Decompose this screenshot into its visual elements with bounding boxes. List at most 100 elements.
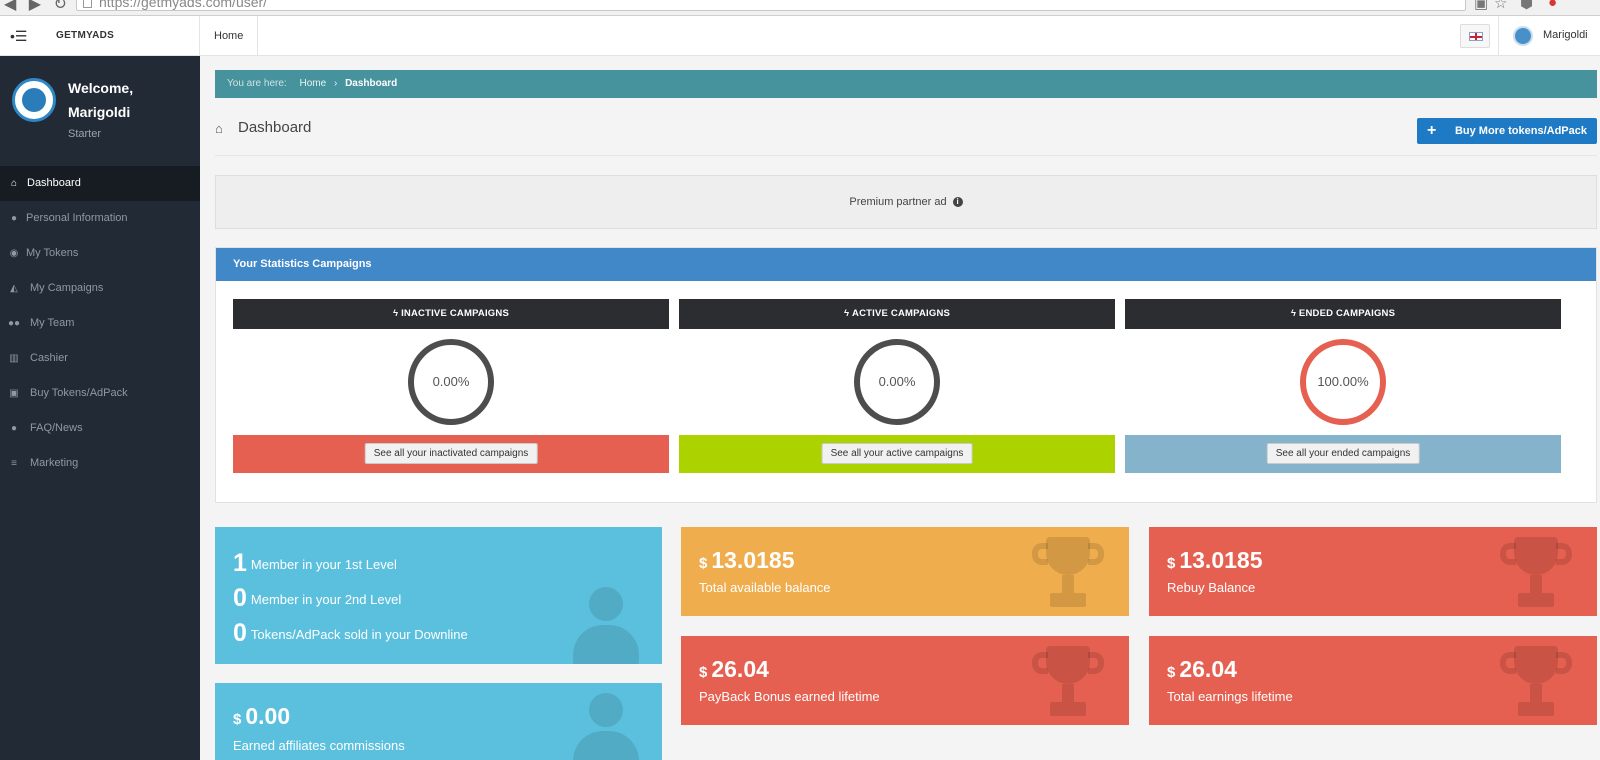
extension-icon[interactable]: ⬢ xyxy=(1520,0,1533,12)
trophy-icon xyxy=(1496,537,1576,615)
buy-more-tokens-button[interactable]: + Buy More tokens/AdPack xyxy=(1416,118,1597,144)
campaign-card-title: ENDED CAMPAIGNS xyxy=(1298,308,1396,319)
user-menu[interactable]: Marigoldi xyxy=(1498,16,1588,56)
balance-amount-line: $13.0185 xyxy=(1167,547,1262,574)
team-line-level1: 1 Member in your 1st Level xyxy=(233,549,397,578)
sidebar-item-label: Dashboard xyxy=(27,177,81,189)
statistics-panel: Your Statistics Campaigns ϟ INACTIVE CAM… xyxy=(215,247,1597,503)
profile-avatar xyxy=(12,78,56,122)
balance-amount-line: $26.04 xyxy=(1167,656,1237,683)
breadcrumb-current: Dashboard xyxy=(345,78,398,89)
page-icon xyxy=(83,0,92,8)
affiliates-amount: 0.00 xyxy=(245,703,291,729)
top-header: •☰ GETMYADS Home Marigoldi xyxy=(0,16,1600,56)
users-icon: ●● xyxy=(8,318,21,329)
affiliates-amount-line: $0.00 xyxy=(233,703,290,730)
see-inactive-campaigns-button[interactable]: See all your inactivated campaigns xyxy=(364,443,538,464)
sidebar-profile: Welcome, Marigoldi Starter xyxy=(0,56,200,166)
balance-tile-total-earnings: $26.04 Total earnings lifetime xyxy=(1149,636,1597,725)
address-bar-url: https://getmyads.com/user/ xyxy=(99,0,268,10)
bank-icon: ▥ xyxy=(9,353,19,364)
balance-label: Total available balance xyxy=(699,580,831,595)
campaign-card-ended: ϟ ENDED CAMPAIGNS 100.00% See all your e… xyxy=(1125,299,1561,473)
premium-ad-box[interactable]: Premium partner ad i xyxy=(215,175,1597,229)
balance-amount: 26.04 xyxy=(711,656,769,682)
home-icon: ⌂ xyxy=(215,121,223,136)
campaign-percent-ring: 0.00% xyxy=(408,339,494,425)
area-chart-icon: ◭ xyxy=(10,283,18,294)
dot-circle-icon: ◉ xyxy=(9,248,19,259)
campaign-card-header: ϟ INACTIVE CAMPAIGNS xyxy=(233,299,669,329)
buy-more-tokens-label: Buy More tokens/AdPack xyxy=(1454,125,1587,137)
currency-symbol: $ xyxy=(699,555,708,572)
sidebar: Welcome, Marigoldi Starter ⌂ Dashboard ● P… xyxy=(0,56,200,760)
sidebar-item-dashboard[interactable]: ⌂ Dashboard xyxy=(0,166,200,201)
campaign-percent: 100.00% xyxy=(1317,374,1369,389)
sidebar-item-label: Buy Tokens/AdPack xyxy=(30,387,128,399)
info-icon: ● xyxy=(10,423,18,434)
browser-nav-icons[interactable]: ◀ ▶ ↻ xyxy=(4,0,71,14)
team-stats-tile: 1 Member in your 1st Level 0 Member in you… xyxy=(215,527,662,664)
sidebar-item-label: Personal Information xyxy=(26,212,128,224)
sidebar-item-label: FAQ/News xyxy=(30,422,83,434)
breadcrumb: You are here: Home › Dashboard xyxy=(215,70,1597,98)
sidebar-item-cashier[interactable]: ▥ Cashier xyxy=(0,341,200,376)
team-count: 0 xyxy=(233,619,247,647)
sidebar-item-label: Marketing xyxy=(30,457,79,469)
campaign-card-footer: See all your inactivated campaigns xyxy=(233,435,669,473)
see-active-campaigns-button[interactable]: See all your active campaigns xyxy=(821,443,973,464)
team-text: Tokens/AdPack sold in your Downline xyxy=(250,627,468,642)
sidebar-item-buy-tokens[interactable]: ▣ Buy Tokens/AdPack xyxy=(0,376,200,411)
info-circle-icon[interactable]: i xyxy=(952,197,963,208)
home-icon: ⌂ xyxy=(10,178,18,189)
currency-symbol: $ xyxy=(699,664,708,681)
see-ended-campaigns-button[interactable]: See all your ended campaigns xyxy=(1266,443,1420,464)
balance-tile-payback-bonus: $26.04 PayBack Bonus earned lifetime xyxy=(681,636,1129,725)
bookmark-star-icon[interactable]: ☆ xyxy=(1494,0,1507,12)
affiliates-tile: $0.00 Earned affiliates commissions xyxy=(215,683,662,760)
balance-tile-rebuy: $13.0185 Rebuy Balance xyxy=(1149,527,1597,616)
balance-label: Rebuy Balance xyxy=(1167,580,1256,595)
breadcrumb-separator-icon: › xyxy=(333,78,338,89)
trophy-icon xyxy=(1496,646,1576,724)
bolt-icon: ϟ xyxy=(392,308,402,319)
team-count: 1 xyxy=(233,549,247,577)
team-text: Member in your 1st Level xyxy=(250,557,397,572)
trophy-icon xyxy=(1028,646,1108,724)
sidebar-nav: ⌂ Dashboard ● Personal Information ◉ My Tok… xyxy=(0,166,200,481)
sidebar-item-faq-news[interactable]: ● FAQ/News xyxy=(0,411,200,446)
trophy-icon xyxy=(1028,537,1108,615)
campaign-percent-ring: 0.00% xyxy=(854,339,940,425)
team-text: Member in your 2nd Level xyxy=(250,592,402,607)
bars-icon: ≡ xyxy=(11,458,17,469)
translate-icon[interactable]: ▣ xyxy=(1474,0,1488,12)
sidebar-item-label: My Team xyxy=(30,317,75,329)
sidebar-item-personal-information[interactable]: ● Personal Information xyxy=(0,201,200,236)
campaign-card-inactive: ϟ INACTIVE CAMPAIGNS 0.00% See all your … xyxy=(233,299,669,473)
sidebar-item-my-team[interactable]: ●● My Team xyxy=(0,306,200,341)
sidebar-item-marketing[interactable]: ≡ Marketing xyxy=(0,446,200,481)
address-bar[interactable]: https://getmyads.com/user/ xyxy=(76,0,1466,11)
sidebar-item-my-tokens[interactable]: ◉ My Tokens xyxy=(0,236,200,271)
campaign-card-header: ϟ ACTIVE CAMPAIGNS xyxy=(679,299,1115,329)
breadcrumb-home-link[interactable]: Home xyxy=(299,78,326,89)
main-content: You are here: Home › Dashboard ⌂ Dashboa… xyxy=(215,56,1597,760)
language-button[interactable] xyxy=(1460,24,1490,48)
balance-amount-line: $13.0185 xyxy=(699,547,794,574)
menu-toggle-icon[interactable]: •☰ xyxy=(10,28,27,45)
brand-name[interactable]: GETMYADS xyxy=(56,30,114,41)
campaign-percent-ring: 100.00% xyxy=(1300,339,1386,425)
sidebar-item-my-campaigns[interactable]: ◭ My Campaigns xyxy=(0,271,200,306)
uk-flag-icon xyxy=(1469,32,1483,41)
team-line-downline: 0 Tokens/AdPack sold in your Downline xyxy=(233,619,468,648)
campaign-card-footer: See all your active campaigns xyxy=(679,435,1115,473)
welcome-text: Welcome, Marigoldi xyxy=(68,80,134,120)
adblock-icon[interactable]: ● xyxy=(1548,0,1557,11)
sidebar-item-label: My Tokens xyxy=(26,247,79,259)
campaign-card-title: INACTIVE CAMPAIGNS xyxy=(401,308,509,319)
user-role: Starter xyxy=(68,128,102,140)
top-home-link[interactable]: Home xyxy=(200,16,259,56)
user-icon: ● xyxy=(10,213,18,224)
page-header: ⌂ Dashboard + Buy More tokens/AdPack xyxy=(215,116,1597,156)
balance-amount: 26.04 xyxy=(1179,656,1237,682)
